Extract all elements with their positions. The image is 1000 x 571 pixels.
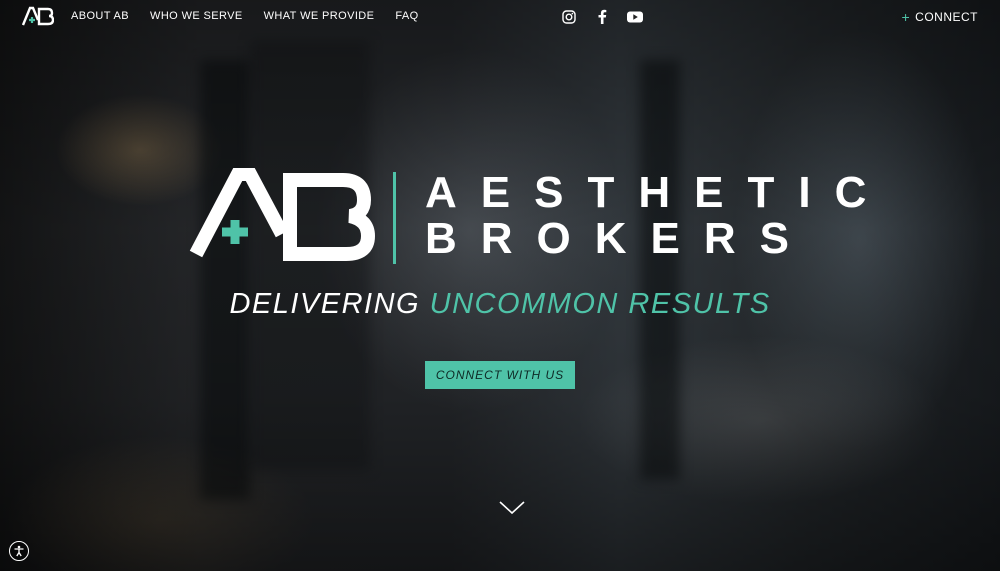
- brand-name-line2: BROKERS: [425, 214, 814, 263]
- nav-about-ab[interactable]: ABOUT AB: [71, 10, 129, 22]
- ab-logo-icon[interactable]: [22, 6, 54, 26]
- nav-faq[interactable]: FAQ: [395, 10, 418, 22]
- connect-link[interactable]: + CONNECT: [901, 9, 978, 25]
- hero-background: [0, 0, 1000, 571]
- brand-name-line1: AESTHETIC: [425, 168, 891, 217]
- brand-wordmark: AESTHETIC BROKERS: [425, 170, 890, 262]
- facebook-icon[interactable]: [593, 8, 610, 25]
- connect-label: CONNECT: [915, 10, 978, 24]
- nav-what-we-provide[interactable]: WHAT WE PROVIDE: [264, 10, 375, 22]
- accessibility-icon[interactable]: [9, 541, 29, 561]
- social-links: [560, 8, 643, 25]
- nav-who-we-serve[interactable]: WHO WE SERVE: [150, 10, 243, 22]
- chevron-down-icon[interactable]: [498, 500, 526, 516]
- tagline-part2: UNCOMMON RESULTS: [429, 288, 771, 320]
- tagline-part1: DELIVERING: [229, 288, 430, 320]
- hero-tagline: DELIVERING UNCOMMON RESULTS: [0, 288, 1000, 321]
- plus-icon: +: [901, 9, 911, 25]
- connect-with-us-button[interactable]: CONNECT WITH US: [425, 361, 575, 389]
- top-navigation: ABOUT AB WHO WE SERVE WHAT WE PROVIDE FA…: [0, 0, 1000, 34]
- main-nav: ABOUT AB WHO WE SERVE WHAT WE PROVIDE FA…: [71, 10, 440, 22]
- instagram-icon[interactable]: [560, 8, 577, 25]
- youtube-icon[interactable]: [626, 8, 643, 25]
- logo-divider: [393, 172, 396, 264]
